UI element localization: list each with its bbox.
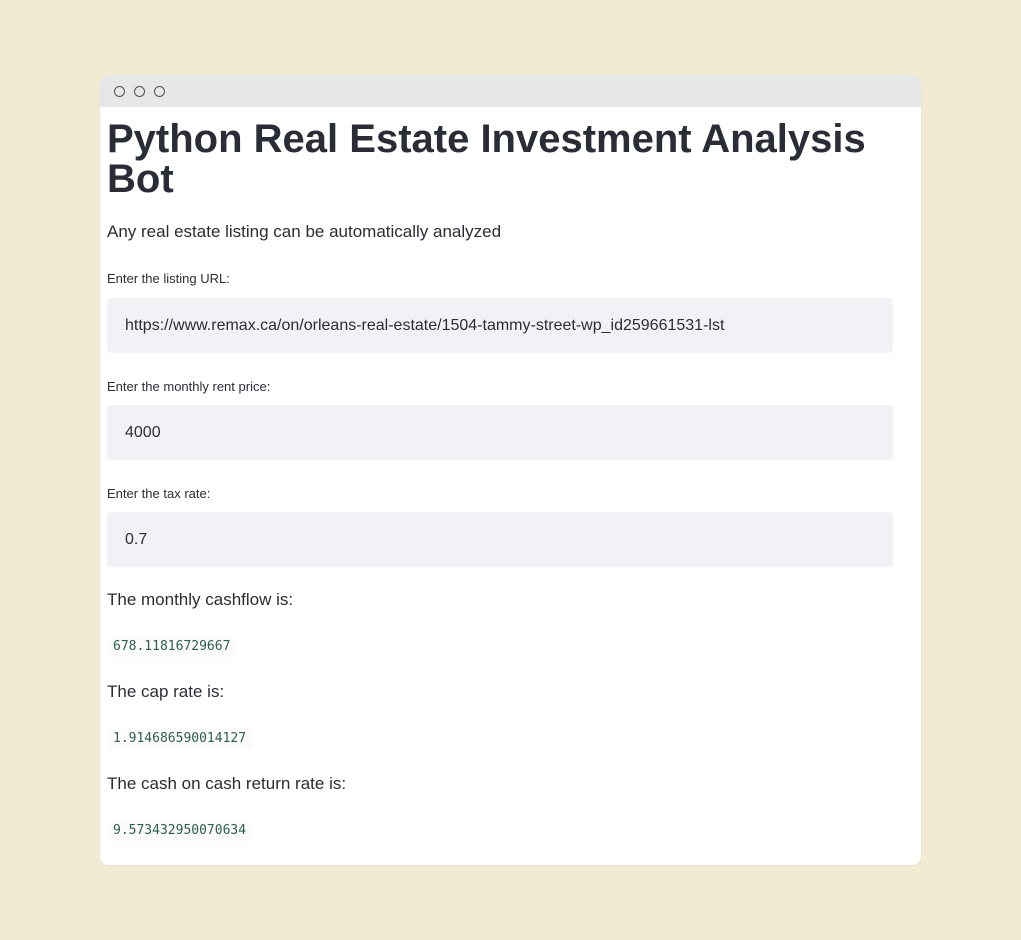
cashflow-label: The monthly cashflow is: [107, 590, 294, 609]
cap-rate-label: The cap rate is: [107, 682, 225, 701]
app-window: Python Real Estate Investment Analysis B… [100, 75, 921, 865]
listing-url-input[interactable] [107, 298, 893, 353]
circle-icon[interactable] [134, 86, 145, 97]
page-subtitle: Any real estate listing can be automatic… [107, 222, 502, 241]
window-titlebar [100, 75, 921, 107]
cash-on-cash-value: 9.573432950070634 [107, 821, 253, 841]
cap-rate-value: 1.914686590014127 [107, 729, 253, 749]
listing-url-label: Enter the listing URL: [107, 271, 230, 286]
circle-icon[interactable] [114, 86, 125, 97]
cashflow-value: 678.11816729667 [107, 637, 237, 657]
monthly-rent-input[interactable] [107, 405, 893, 460]
circle-icon[interactable] [154, 86, 165, 97]
page-title: Python Real Estate Investment Analysis B… [107, 117, 866, 201]
monthly-rent-label: Enter the monthly rent price: [107, 379, 271, 394]
tax-rate-label: Enter the tax rate: [107, 486, 211, 501]
tax-rate-input[interactable] [107, 512, 893, 567]
cash-on-cash-label: The cash on cash return rate is: [107, 774, 347, 793]
